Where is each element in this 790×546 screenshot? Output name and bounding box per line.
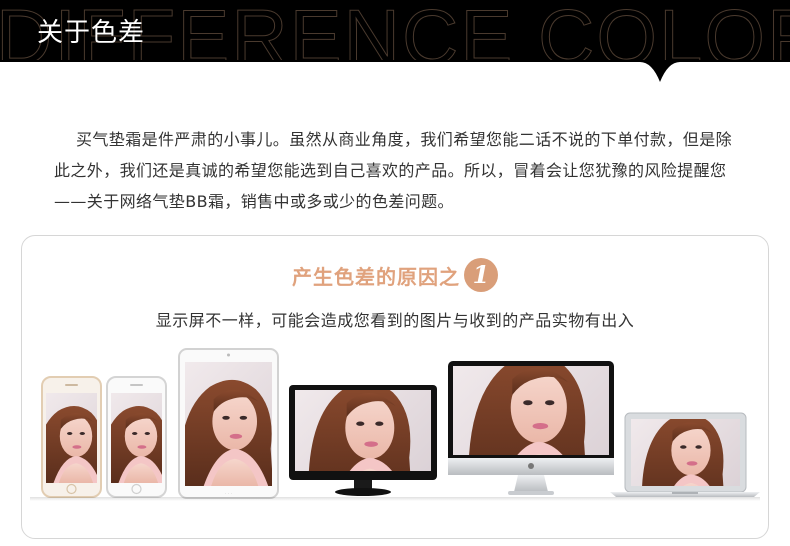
ipad-white: · · · — [178, 348, 279, 499]
devices-shadow — [30, 497, 760, 501]
imac — [448, 361, 614, 495]
iphone-gold — [41, 376, 102, 498]
dell-monitor — [289, 385, 437, 496]
devices-svg: · · · — [41, 348, 760, 499]
iphone-white — [106, 376, 167, 498]
macbook — [610, 412, 760, 497]
devices-illustration: · · · — [0, 0, 790, 546]
